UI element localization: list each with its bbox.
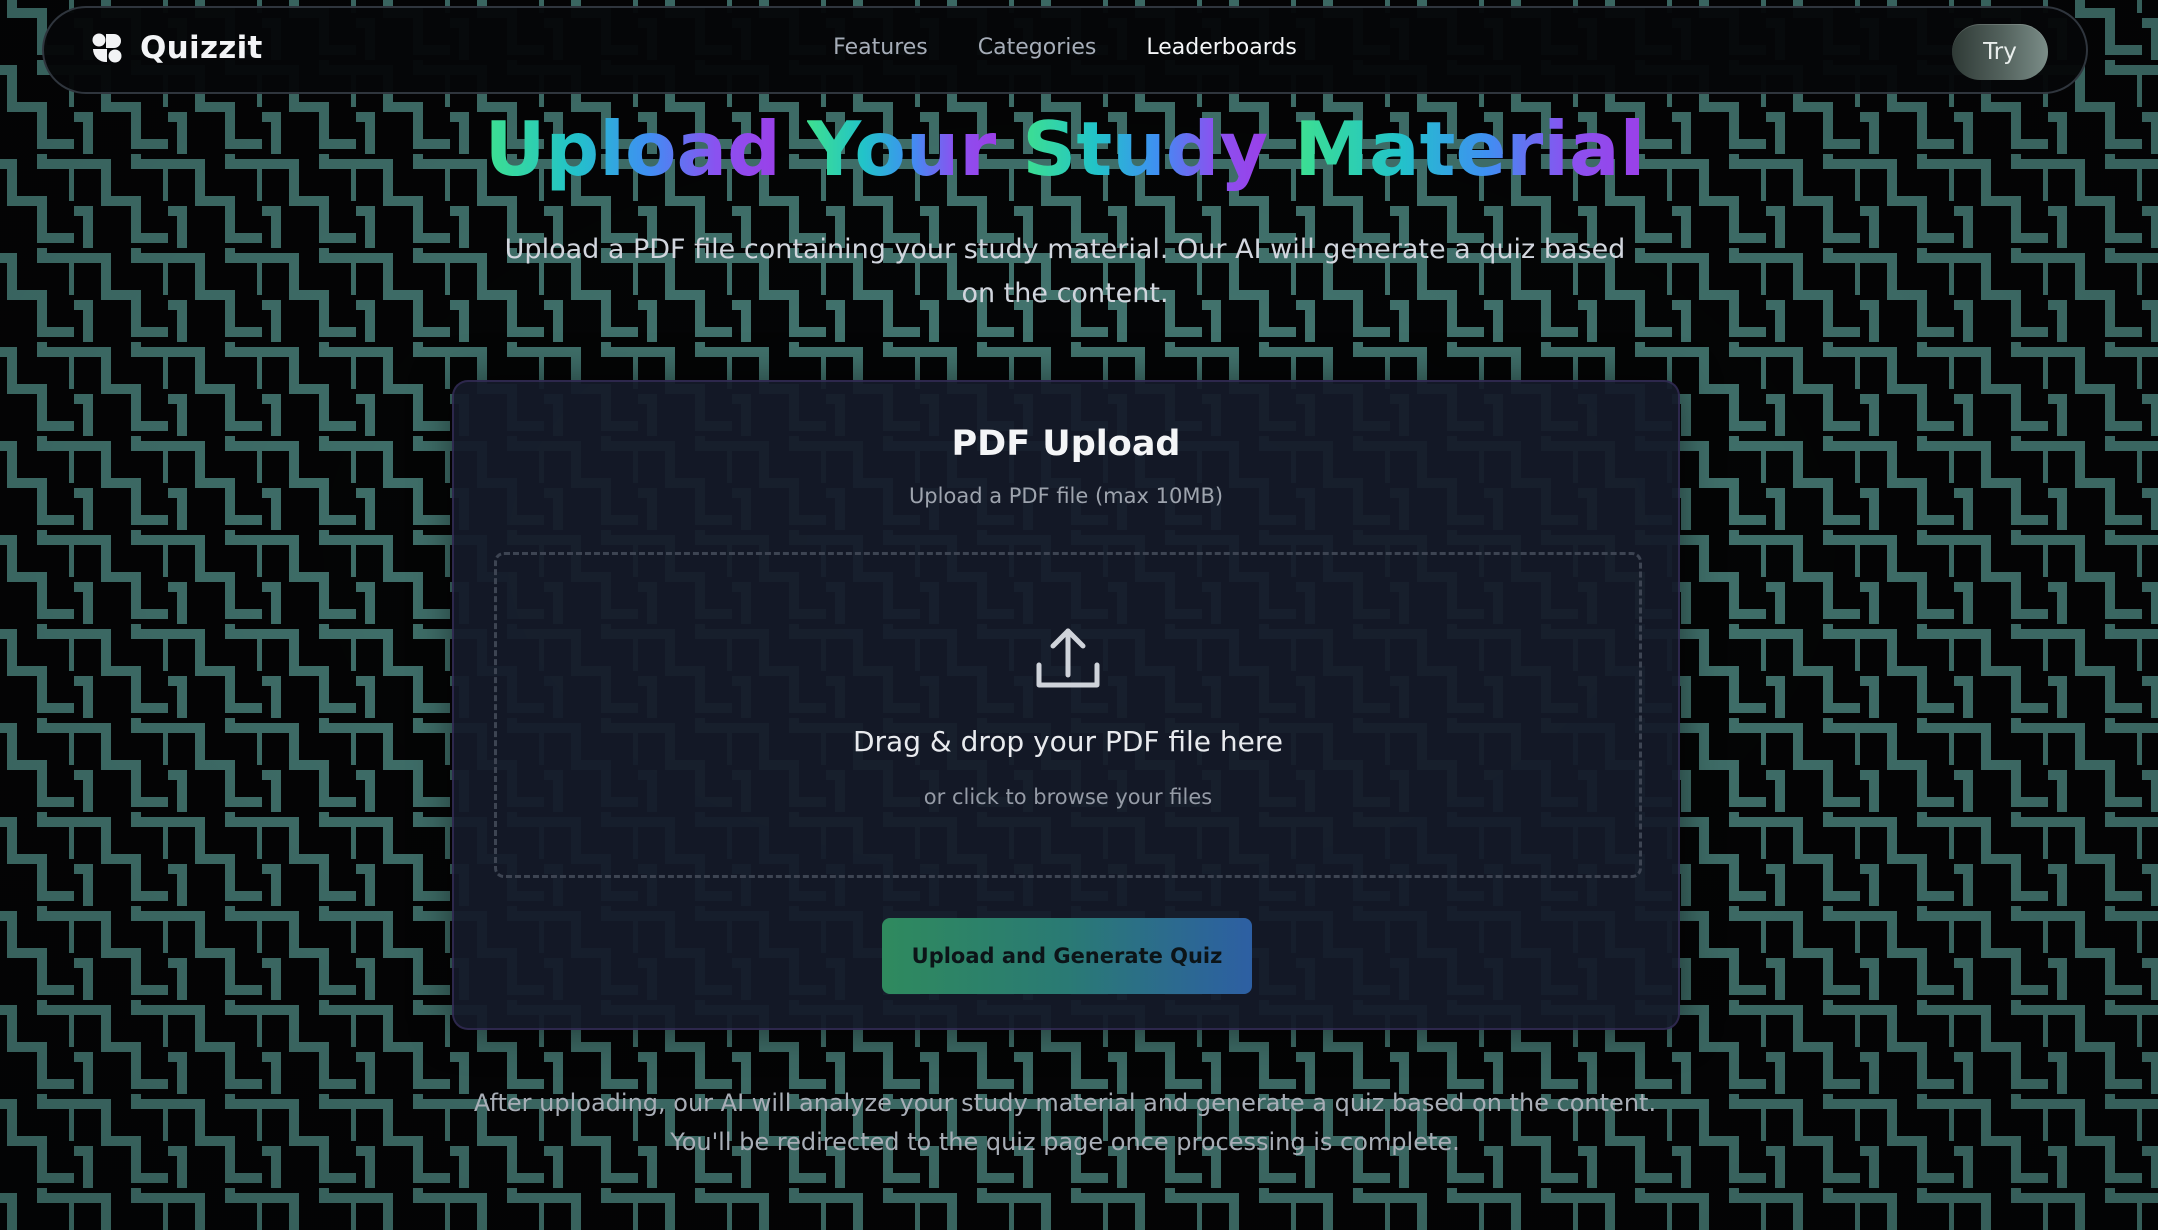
dropzone-title: Drag & drop your PDF file here [852, 725, 1284, 758]
pdf-upload-card: PDF Upload Upload a PDF file (max 10MB) … [452, 380, 1680, 1030]
nav-link-leaderboards[interactable]: Leaderboards [1146, 35, 1296, 60]
upload-icon [1033, 623, 1103, 697]
title-word: Material [1294, 105, 1646, 193]
title-word: Your [806, 105, 997, 193]
page-title: Upload Your Study Material [0, 104, 2130, 194]
dropzone-subtitle: or click to browse your files [923, 785, 1213, 809]
file-dropzone[interactable]: Drag & drop your PDF file here or click … [494, 552, 1642, 878]
processing-note: After uploading, our AI will analyze you… [473, 1089, 1657, 1156]
title-word: Study [1022, 105, 1269, 193]
top-navbar: Quizzit Features Categories Leaderboards… [42, 6, 2088, 94]
card-subtitle: Upload a PDF file (max 10MB) [908, 484, 1224, 508]
nav-link-categories[interactable]: Categories [978, 35, 1097, 60]
page-subtitle: Upload a PDF file containing your study … [504, 234, 1626, 309]
try-button[interactable]: Try [1952, 24, 2048, 80]
nav-links: Features Categories Leaderboards [44, 35, 2086, 60]
nav-link-features[interactable]: Features [833, 35, 928, 60]
title-word: Upload [484, 105, 781, 193]
page: Quizzit Features Categories Leaderboards… [0, 0, 2158, 1230]
card-title: PDF Upload [951, 424, 1181, 464]
upload-generate-quiz-button[interactable]: Upload and Generate Quiz [882, 918, 1252, 994]
